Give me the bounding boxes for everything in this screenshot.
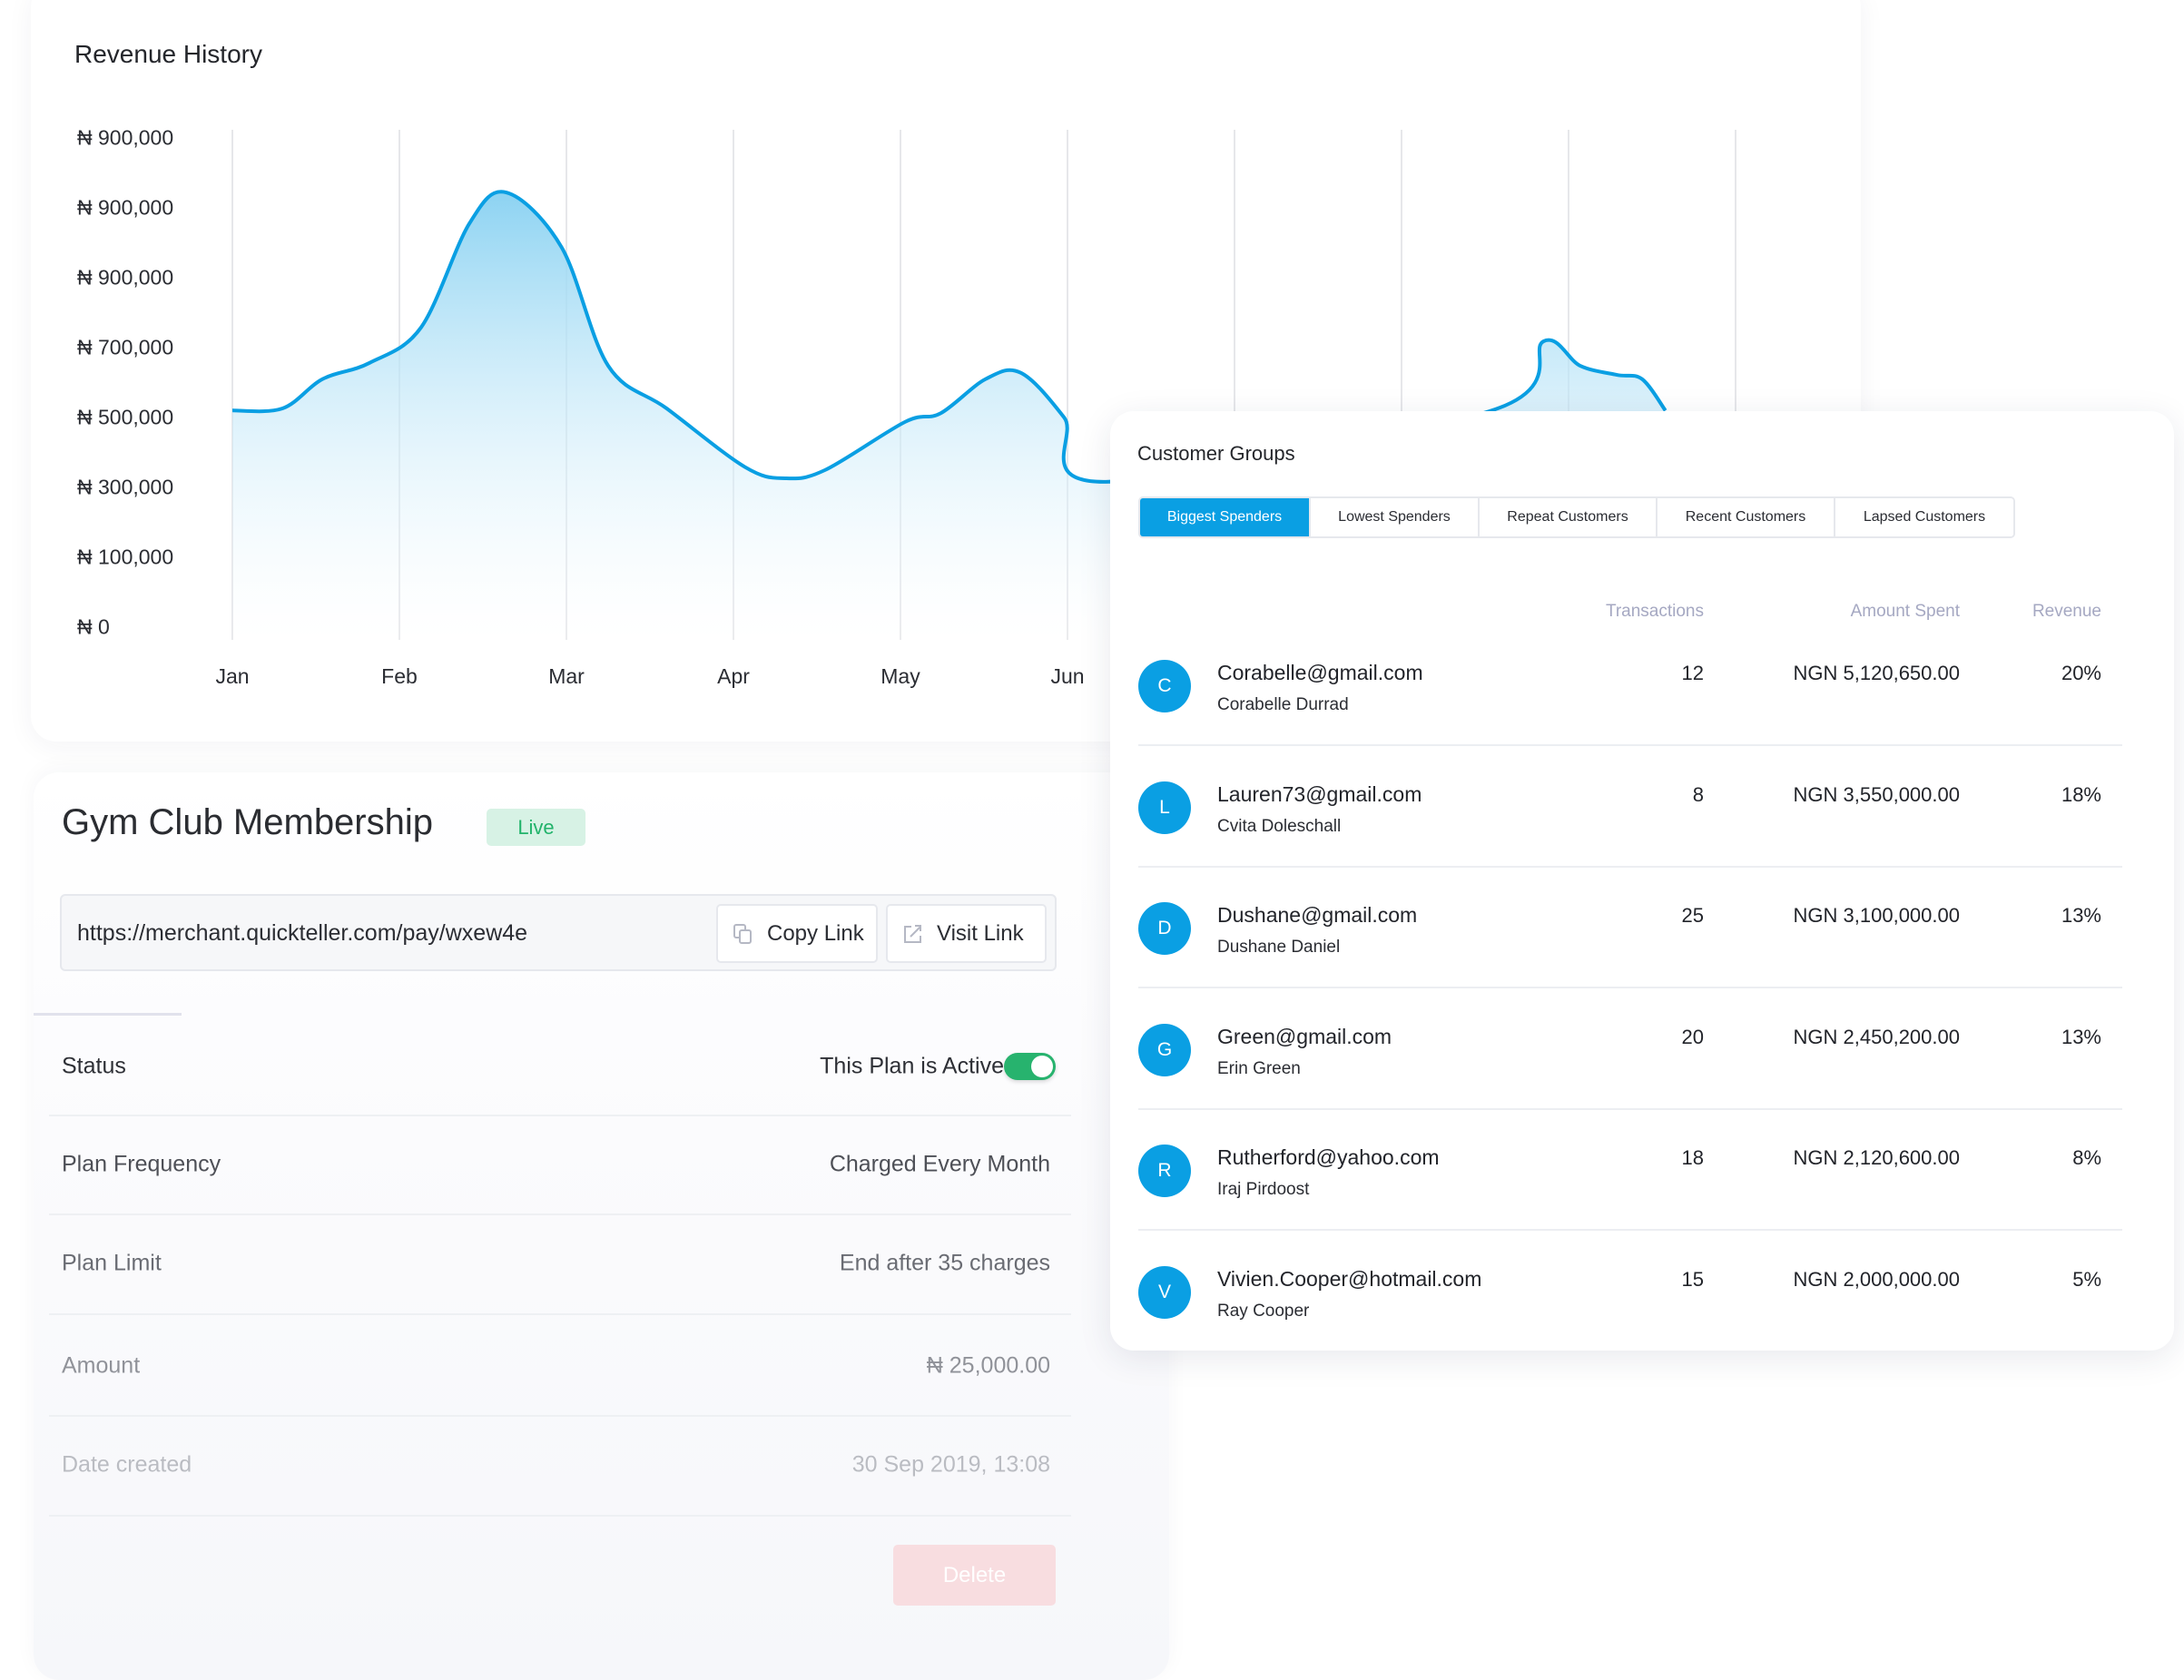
- visit-link-button[interactable]: Visit Link: [886, 904, 1047, 963]
- tab-lowest-spenders[interactable]: Lowest Spenders: [1311, 498, 1480, 536]
- customer-email: Green@gmail.com: [1217, 1024, 1392, 1048]
- delete-button[interactable]: Delete: [893, 1545, 1056, 1606]
- status-value: This Plan is Active: [820, 1053, 1004, 1079]
- x-tick-label: Apr: [717, 664, 750, 688]
- avatar: G: [1138, 1023, 1191, 1076]
- customer-name: Ray Cooper: [1217, 1301, 1310, 1321]
- y-tick-label: ₦ 500,000: [77, 405, 174, 429]
- x-tick-label: Jan: [215, 664, 250, 688]
- customer-groups-title: Customer Groups: [1137, 442, 1295, 465]
- avatar: D: [1138, 902, 1191, 955]
- divider: [49, 1415, 1071, 1417]
- amount-spent: NGN 2,450,200.00: [1793, 1025, 1960, 1048]
- y-tick-label: ₦ 900,000: [77, 265, 174, 290]
- x-tick-label: Jun: [1050, 664, 1085, 688]
- payment-link-text[interactable]: https://merchant.quickteller.com/pay/wxe…: [77, 920, 527, 947]
- customer-name: Corabelle Durrad: [1217, 695, 1349, 714]
- plan-frequency-value: Charged Every Month: [829, 1151, 1050, 1177]
- customer-group-tabs: Biggest Spenders Lowest Spenders Repeat …: [1138, 496, 2015, 538]
- customer-row[interactable]: C Corabelle@gmail.com Corabelle Durrad 1…: [1138, 625, 2122, 746]
- transactions-count: 8: [1692, 782, 1704, 806]
- y-tick-label: ₦ 0: [77, 614, 110, 639]
- x-tick-label: Feb: [381, 664, 418, 688]
- visit-link-label: Visit Link: [937, 920, 1024, 946]
- tab-recent-customers[interactable]: Recent Customers: [1658, 498, 1835, 536]
- customer-name: Dushane Daniel: [1217, 938, 1341, 957]
- transactions-count: 25: [1681, 904, 1704, 927]
- amount-value: ₦ 25,000.00: [926, 1352, 1050, 1379]
- tab-biggest-spenders[interactable]: Biggest Spenders: [1140, 498, 1311, 536]
- customer-row[interactable]: D Dushane@gmail.com Dushane Daniel 25 NG…: [1138, 868, 2122, 988]
- customer-name: Iraj Pirdoost: [1217, 1180, 1310, 1199]
- x-tick-label: May: [880, 664, 920, 688]
- revenue-share: 13%: [2061, 1025, 2101, 1048]
- divider: [49, 1115, 1071, 1116]
- column-header-revenue: Revenue: [2032, 602, 2101, 621]
- avatar: R: [1138, 1145, 1191, 1197]
- customer-row[interactable]: G Green@gmail.com Erin Green 20 NGN 2,45…: [1138, 989, 2122, 1110]
- y-tick-label: ₦ 100,000: [77, 545, 174, 569]
- status-badge: Live: [487, 809, 585, 846]
- transactions-count: 15: [1681, 1267, 1704, 1291]
- divider: [34, 1013, 182, 1016]
- revenue-share: 8%: [2072, 1146, 2101, 1169]
- x-tick-label: Mar: [548, 664, 585, 688]
- avatar: V: [1138, 1265, 1191, 1319]
- date-created-value: 30 Sep 2019, 13:08: [851, 1451, 1050, 1478]
- toggle-knob: [1031, 1056, 1053, 1077]
- amount-spent: NGN 2,120,600.00: [1793, 1146, 1960, 1169]
- revenue-share: 20%: [2061, 662, 2101, 684]
- column-header-transactions: Transactions: [1605, 602, 1704, 621]
- status-label: Status: [62, 1053, 126, 1079]
- customer-name: Erin Green: [1217, 1058, 1301, 1078]
- divider: [49, 1515, 1071, 1517]
- customer-email: Corabelle@gmail.com: [1217, 661, 1423, 684]
- customer-email: Dushane@gmail.com: [1217, 903, 1418, 927]
- tab-lapsed-customers[interactable]: Lapsed Customers: [1835, 498, 2013, 536]
- transactions-count: 12: [1681, 662, 1704, 684]
- revenue-share: 18%: [2061, 782, 2101, 806]
- date-created-label: Date created: [62, 1451, 192, 1478]
- plan-title: Gym Club Membership: [62, 802, 434, 842]
- transactions-count: 18: [1681, 1146, 1704, 1169]
- y-tick-label: ₦ 900,000: [77, 195, 174, 220]
- customer-row[interactable]: L Lauren73@gmail.com Cvita Doleschall 8 …: [1138, 747, 2122, 868]
- plan-limit-value: End after 35 charges: [839, 1250, 1050, 1276]
- customer-row[interactable]: R Rutherford@yahoo.com Iraj Pirdoost 18 …: [1138, 1110, 2122, 1231]
- plan-active-toggle[interactable]: [1004, 1053, 1056, 1080]
- y-tick-label: ₦ 300,000: [77, 475, 174, 499]
- amount-spent: NGN 3,550,000.00: [1793, 782, 1960, 806]
- y-tick-label: ₦ 700,000: [77, 335, 174, 359]
- y-tick-label: ₦ 900,000: [77, 125, 174, 150]
- customer-email: Vivien.Cooper@hotmail.com: [1217, 1266, 1482, 1291]
- revenue-share: 5%: [2072, 1267, 2101, 1291]
- plan-frequency-label: Plan Frequency: [62, 1151, 221, 1177]
- avatar: C: [1138, 660, 1191, 712]
- customer-name: Cvita Doleschall: [1217, 816, 1342, 836]
- plan-limit-label: Plan Limit: [62, 1250, 162, 1276]
- avatar: L: [1138, 781, 1191, 834]
- copy-link-button[interactable]: Copy Link: [716, 904, 878, 963]
- divider: [49, 1213, 1071, 1215]
- copy-link-label: Copy Link: [767, 920, 864, 946]
- amount-spent: NGN 5,120,650.00: [1793, 662, 1960, 684]
- amount-label: Amount: [62, 1352, 141, 1379]
- amount-spent: NGN 2,000,000.00: [1793, 1267, 1960, 1291]
- copy-icon: [733, 923, 752, 944]
- customer-email: Rutherford@yahoo.com: [1217, 1145, 1440, 1169]
- revenue-share: 13%: [2061, 904, 2101, 927]
- external-link-icon: [904, 924, 921, 943]
- column-header-amount-spent: Amount Spent: [1850, 602, 1960, 621]
- tab-repeat-customers[interactable]: Repeat Customers: [1480, 498, 1658, 536]
- divider: [49, 1313, 1071, 1315]
- customer-row[interactable]: V Vivien.Cooper@hotmail.com Ray Cooper 1…: [1138, 1232, 2122, 1352]
- transactions-count: 20: [1681, 1025, 1704, 1048]
- customer-email: Lauren73@gmail.com: [1217, 781, 1422, 806]
- amount-spent: NGN 3,100,000.00: [1793, 904, 1960, 927]
